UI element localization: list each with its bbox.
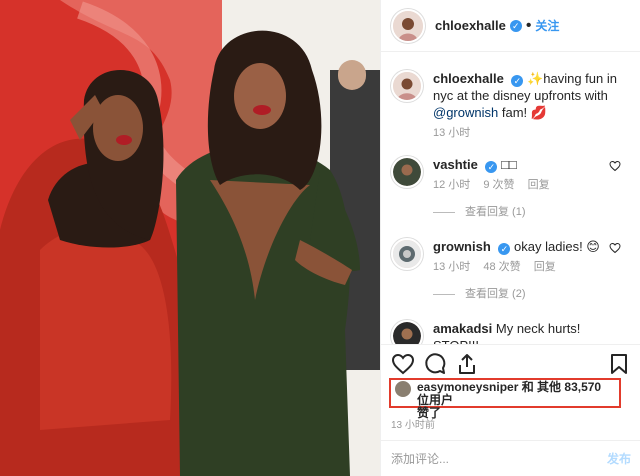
heart-icon[interactable] xyxy=(391,352,415,376)
likes-username[interactable]: easymoneysniper xyxy=(417,380,518,394)
verified-icon: ✓ xyxy=(498,243,511,255)
bookmark-icon[interactable] xyxy=(607,352,631,376)
instagram-post: chloexhalle ✓ • 关注 chloexhalle ✓ ✨having… xyxy=(0,0,640,476)
view-replies-label[interactable]: 查看回复 (1) xyxy=(465,204,526,221)
comment-time: 13 小时 xyxy=(433,261,471,273)
verified-icon: ✓ xyxy=(511,75,524,87)
caption: chloexhalle ✓ ✨having fun in nyc at the … xyxy=(391,70,631,142)
author-avatar[interactable] xyxy=(391,8,425,43)
liker-avatar[interactable] xyxy=(395,381,411,397)
comment-item: amakadsi My neck hurts! STOP!!! xyxy=(391,320,631,344)
replies-divider xyxy=(433,212,455,213)
comment-item: grownish ✓ okay ladies! 😊 13 小时 48 次赞 回复… xyxy=(391,238,631,303)
post-header: chloexhalle ✓ • 关注 xyxy=(381,0,640,52)
post-image xyxy=(0,0,380,476)
comment-username[interactable]: grownish xyxy=(433,239,491,254)
verified-icon: ✓ xyxy=(485,161,498,173)
replies-divider xyxy=(433,294,455,295)
view-replies[interactable]: 查看回复 (1) xyxy=(433,204,628,221)
post-sidebar: chloexhalle ✓ • 关注 chloexhalle ✓ ✨having… xyxy=(380,0,640,476)
comment-likes[interactable]: 48 次赞 xyxy=(483,261,520,273)
comment-text: □□ xyxy=(501,157,517,172)
reply-button[interactable]: 回复 xyxy=(528,179,550,191)
caption-time: 13 小时 xyxy=(433,127,471,139)
comment-avatar[interactable] xyxy=(391,238,423,270)
comment-icon[interactable] xyxy=(423,352,447,376)
post-comment-button[interactable]: 发布 xyxy=(607,450,631,467)
comment-time: 12 小时 xyxy=(433,179,471,191)
comments-list[interactable]: chloexhalle ✓ ✨having fun in nyc at the … xyxy=(381,52,640,344)
caption-username[interactable]: chloexhalle xyxy=(433,71,504,86)
reply-button[interactable]: 回复 xyxy=(534,261,556,273)
add-comment-bar: 添加评论... 发布 xyxy=(381,440,640,476)
comment-meta: 12 小时 9 次赞 回复 xyxy=(433,177,628,194)
likes-text: easymoneysniper 和 其他 83,570 位用户 赞了 xyxy=(417,380,615,420)
likes-summary[interactable]: easymoneysniper 和 其他 83,570 位用户 赞了 xyxy=(389,378,621,420)
view-replies[interactable]: 查看回复 (2) xyxy=(433,286,628,303)
verified-icon: ✓ xyxy=(509,19,522,32)
follow-button[interactable]: 关注 xyxy=(535,17,559,34)
comment-text: okay ladies! 😊 xyxy=(514,239,600,254)
caption-avatar[interactable] xyxy=(391,70,423,102)
comment-input[interactable]: 添加评论... xyxy=(391,450,607,467)
view-replies-label[interactable]: 查看回复 (2) xyxy=(465,286,526,303)
comment-meta: 13 小时 48 次赞 回复 xyxy=(433,259,628,276)
comment-item: vashtie ✓ □□ 12 小时 9 次赞 回复 查看回复 (1) xyxy=(391,156,631,221)
comment-username[interactable]: vashtie xyxy=(433,157,478,172)
section-divider xyxy=(381,344,640,345)
heart-icon[interactable] xyxy=(609,160,621,172)
comment-avatar[interactable] xyxy=(391,320,423,344)
comment-username[interactable]: amakadsi xyxy=(433,321,492,336)
caption-mention[interactable]: @grownish xyxy=(433,105,498,120)
separator-dot: • xyxy=(525,16,532,34)
comment-likes[interactable]: 9 次赞 xyxy=(483,179,514,191)
author-username[interactable]: chloexhalle xyxy=(435,18,506,33)
post-timestamp: 13 小时前 xyxy=(391,420,435,431)
comment-avatar[interactable] xyxy=(391,156,423,188)
heart-icon[interactable] xyxy=(609,242,621,254)
action-bar xyxy=(391,352,631,376)
share-icon[interactable] xyxy=(455,352,479,376)
caption-text-end: fam! 💋 xyxy=(501,105,547,120)
post-photo[interactable] xyxy=(0,0,380,476)
